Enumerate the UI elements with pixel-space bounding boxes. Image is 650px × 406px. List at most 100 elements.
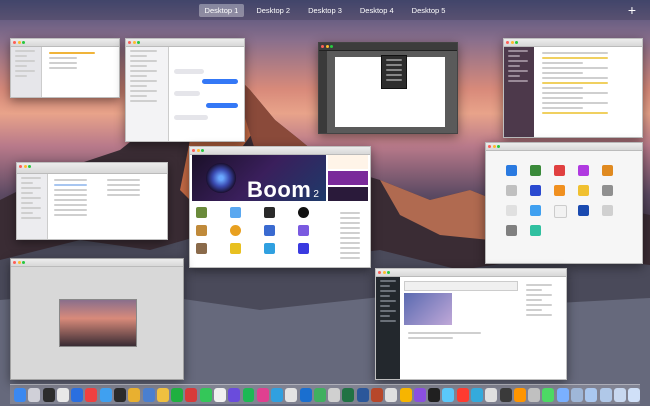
dock-app-icon[interactable]	[499, 387, 512, 402]
app-icon[interactable]	[530, 185, 541, 196]
window-messages[interactable]	[125, 38, 245, 142]
app-icon[interactable]	[602, 165, 613, 176]
dock-app-icon[interactable]	[128, 387, 141, 402]
space-desktop-1[interactable]: Desktop 1	[198, 3, 245, 17]
dock-app-icon[interactable]	[28, 387, 41, 402]
finder-column-2	[103, 176, 153, 199]
notes-content	[45, 49, 115, 72]
dock-app-icon[interactable]	[71, 387, 84, 402]
dock-app-icon[interactable]	[185, 387, 198, 402]
dock-app-icon[interactable]	[42, 387, 55, 402]
app-icon[interactable]	[554, 185, 565, 196]
app-tile[interactable]	[264, 243, 275, 254]
dock-app-icon[interactable]	[513, 387, 526, 402]
app-tile[interactable]	[230, 225, 241, 236]
promo-tile-2[interactable]	[328, 171, 368, 185]
dock-app-icon[interactable]	[556, 387, 569, 402]
dock-app-icon[interactable]	[213, 387, 226, 402]
app-icon[interactable]	[530, 225, 541, 236]
dock-app-icon[interactable]	[99, 387, 112, 402]
messages-conversation-list	[126, 47, 169, 141]
space-desktop-3[interactable]: Desktop 3	[302, 4, 348, 17]
dock-app-icon[interactable]	[313, 387, 326, 402]
dock-app-icon[interactable]	[542, 387, 555, 402]
app-tile[interactable]	[196, 243, 207, 254]
finder-sidebar	[17, 174, 48, 239]
dock-app-icon[interactable]	[271, 387, 284, 402]
dock-app-icon[interactable]	[585, 387, 598, 402]
dock-app-icon[interactable]	[570, 387, 583, 402]
dock-app-icon[interactable]	[56, 387, 69, 402]
dock-app-icon[interactable]	[142, 387, 155, 402]
app-icon[interactable]	[578, 205, 589, 216]
app-icon[interactable]	[554, 165, 565, 176]
window-notes[interactable]	[10, 38, 120, 98]
chat-messages	[538, 49, 640, 117]
window-chat-app[interactable]	[503, 38, 643, 138]
window-applications[interactable]	[485, 142, 643, 264]
app-tile[interactable]	[264, 225, 275, 236]
dock-app-icon[interactable]	[528, 387, 541, 402]
dock-app-icon[interactable]	[413, 387, 426, 402]
app-icon[interactable]	[578, 165, 589, 176]
dock-app-icon[interactable]	[256, 387, 269, 402]
dock-app-icon[interactable]	[485, 387, 498, 402]
dock-app-icon[interactable]	[113, 387, 126, 402]
dock-app-icon[interactable]	[599, 387, 612, 402]
window-image-editor[interactable]	[318, 42, 458, 134]
app-icon[interactable]	[506, 205, 517, 216]
dock-app-icon[interactable]	[199, 387, 212, 402]
app-tile[interactable]	[230, 207, 241, 218]
app-icon[interactable]	[602, 185, 613, 196]
app-tile[interactable]	[298, 225, 309, 236]
dock-app-icon[interactable]	[628, 387, 641, 402]
space-desktop-5[interactable]: Desktop 5	[406, 4, 452, 17]
window-finder[interactable]	[16, 162, 168, 240]
app-icon[interactable]	[530, 205, 541, 216]
app-icon[interactable]	[506, 225, 517, 236]
dock-app-icon[interactable]	[85, 387, 98, 402]
dock-app-icon[interactable]	[399, 387, 412, 402]
space-desktop-2[interactable]: Desktop 2	[250, 4, 296, 17]
top-charts-list	[336, 209, 366, 262]
promo-tile-1[interactable]	[328, 155, 368, 169]
app-tile[interactable]	[230, 243, 241, 254]
space-desktop-4[interactable]: Desktop 4	[354, 4, 400, 17]
dock-app-icon[interactable]	[456, 387, 469, 402]
dock-app-icon[interactable]	[471, 387, 483, 402]
window-app-store[interactable]: Boom 2	[189, 146, 371, 268]
app-tile[interactable]	[298, 207, 309, 218]
app-icon[interactable]	[578, 185, 589, 196]
dock-app-icon[interactable]	[613, 387, 626, 402]
dock-app-icon[interactable]	[14, 387, 26, 402]
dock-app-icon[interactable]	[228, 387, 241, 402]
window-web-editor[interactable]	[375, 268, 567, 380]
dock-app-icon[interactable]	[285, 387, 298, 402]
dock-app-icon[interactable]	[342, 387, 355, 402]
dock-app-icon[interactable]	[328, 387, 341, 402]
app-tile[interactable]	[264, 207, 275, 218]
dock-app-icon[interactable]	[428, 387, 441, 402]
app-tile[interactable]	[196, 225, 207, 236]
dock-app-icon[interactable]	[371, 387, 384, 402]
chat-sidebar	[504, 47, 534, 137]
app-tile[interactable]	[196, 207, 207, 218]
app-icon[interactable]	[602, 205, 613, 216]
notes-sidebar	[11, 47, 42, 97]
app-icon[interactable]	[506, 165, 517, 176]
dock-app-icon[interactable]	[299, 387, 312, 402]
app-icon[interactable]	[554, 205, 567, 218]
app-tile[interactable]	[298, 243, 309, 254]
dock-app-icon[interactable]	[356, 387, 369, 402]
dock-app-icon[interactable]	[156, 387, 169, 402]
app-icon[interactable]	[530, 165, 541, 176]
dock-app-icon[interactable]	[442, 387, 455, 402]
dock-app-icon[interactable]	[242, 387, 255, 402]
window-preview[interactable]	[10, 258, 184, 380]
boom-banner[interactable]: Boom 2	[192, 155, 326, 202]
add-space-button[interactable]: +	[628, 2, 636, 18]
dock-app-icon[interactable]	[171, 387, 184, 402]
promo-tile-3[interactable]	[328, 187, 368, 201]
app-icon[interactable]	[506, 185, 517, 196]
dock-app-icon[interactable]	[385, 387, 398, 402]
